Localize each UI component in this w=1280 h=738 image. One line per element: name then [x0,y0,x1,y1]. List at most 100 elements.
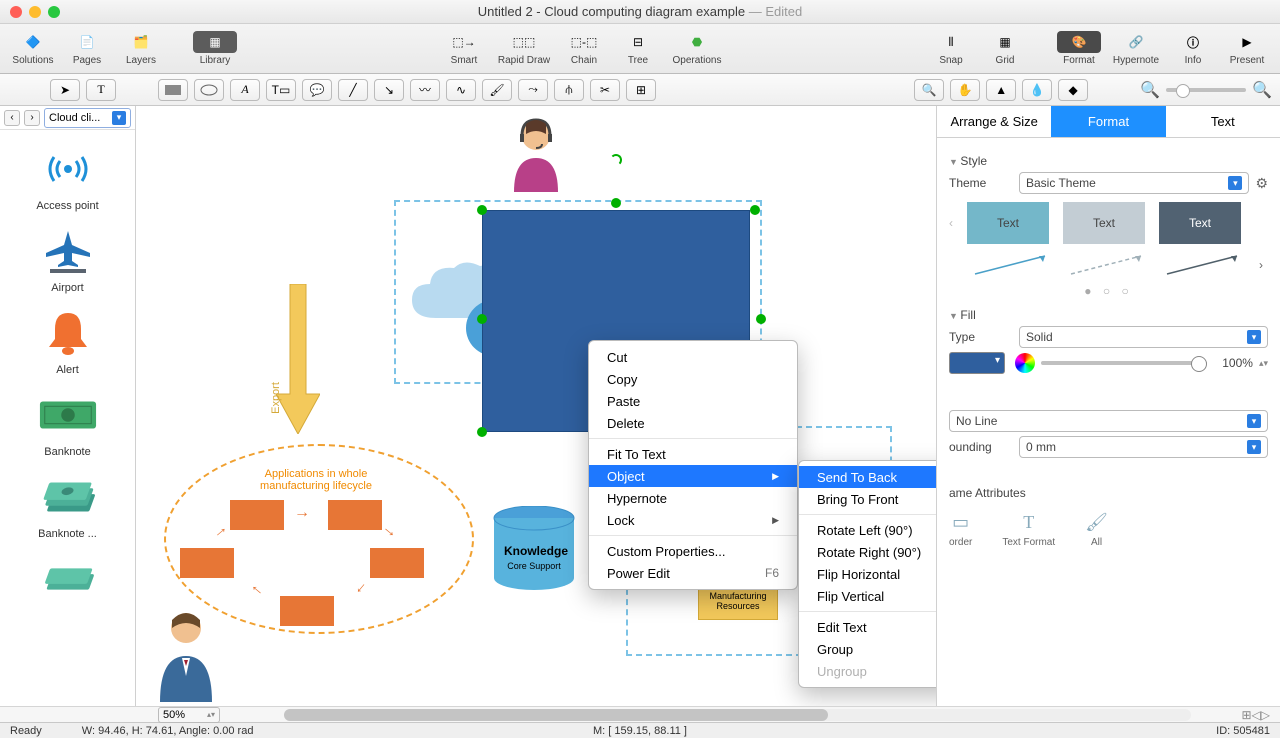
present-button[interactable]: ▶Present [1220,31,1274,66]
theme-select[interactable]: Basic Theme▾ [1019,172,1249,194]
fill-type-select[interactable]: Solid▾ [1019,326,1268,348]
library-forward-button[interactable]: › [24,110,40,126]
attr-all-button[interactable]: 🖌All [1085,512,1108,548]
library-item-airport[interactable]: Airport [0,218,135,300]
eyedropper-tool[interactable]: 💧 [1022,79,1052,101]
menu-custom-properties[interactable]: Custom Properties... [589,540,797,562]
hypernote-button[interactable]: 🔗Hypernote [1106,31,1166,66]
submenu-bring-to-front[interactable]: Bring To Front⌥⌘F [799,488,936,510]
canvas[interactable]: Export Applications in wholemanufacturin… [136,106,936,706]
line-preset-1[interactable] [971,252,1053,278]
gear-icon[interactable]: ⚙ [1255,175,1268,192]
submenu-flip-vertical[interactable]: Flip Vertical⌥⌘J [799,585,936,607]
menu-paste[interactable]: Paste [589,390,797,412]
tab-format[interactable]: Format [1051,106,1165,137]
fill-disclosure[interactable]: Fill [949,308,1268,322]
resize-handle[interactable] [756,314,766,324]
shape-orange-box[interactable] [280,596,334,626]
pages-button[interactable]: 📄Pages [60,31,114,66]
submenu-flip-horizontal[interactable]: Flip Horizontal [799,563,936,585]
fill-color-swatch[interactable] [949,352,1005,374]
line-tool[interactable]: ╱ [338,79,368,101]
zoom-out-icon[interactable]: 🔍 [1140,80,1160,100]
pointer-tool[interactable]: ➤ [50,79,80,101]
insert-tool[interactable]: ⊞ [626,79,656,101]
info-button[interactable]: ⓘInfo [1166,31,1220,66]
solutions-button[interactable]: 🔷Solutions [6,31,60,66]
horizontal-scrollbar[interactable] [284,709,1191,721]
color-wheel-icon[interactable] [1015,353,1035,373]
connector-tool[interactable]: ⤳ [518,79,548,101]
format-button[interactable]: 🎨Format [1052,31,1106,66]
line-style-select[interactable]: No Line▾ [949,410,1268,432]
line-preset-2[interactable] [1067,252,1149,278]
tree-button[interactable]: ⊟Tree [611,31,665,66]
submenu-send-to-back[interactable]: Send To Back⌥⌘B [799,466,936,488]
style-preset-3[interactable]: Text [1159,202,1241,244]
submenu-group[interactable]: Group⌘G [799,638,936,660]
menu-delete[interactable]: Delete [589,412,797,434]
label-tool[interactable]: T▭ [266,79,296,101]
resize-handle[interactable] [477,205,487,215]
snap-button[interactable]: ⫴Snap [924,31,978,66]
submenu-edit-text[interactable]: Edit TextF5 [799,616,936,638]
resize-handle[interactable] [477,427,487,437]
tab-text[interactable]: Text [1166,106,1280,137]
text-shape-tool[interactable]: A [230,79,260,101]
library-item-banknote[interactable]: Banknote [0,382,135,464]
stamp-tool[interactable]: ▲ [986,79,1016,101]
rapid-draw-button[interactable]: ⬚⬚Rapid Draw [491,31,557,66]
zoom-in-icon[interactable]: 🔍 [1252,80,1272,100]
arrow-tool[interactable]: ↘ [374,79,404,101]
menu-power-edit[interactable]: Power EditF6 [589,562,797,584]
library-selector[interactable]: Cloud cli...▾ [44,108,131,128]
grid-button[interactable]: ▦Grid [978,31,1032,66]
menu-cut[interactable]: Cut [589,346,797,368]
operations-button[interactable]: ⬣Operations [665,31,729,66]
attr-order-button[interactable]: ▭order [949,512,972,548]
scissors-tool[interactable]: ✂ [590,79,620,101]
brush-tool[interactable]: 🖌 [482,79,512,101]
page-nav-icon[interactable]: ⊞◁▷ [1241,708,1270,722]
library-item-banknote-stack[interactable]: Banknote ... [0,464,135,546]
pager-dots[interactable]: ● ○ ○ [949,284,1268,298]
resize-handle[interactable] [611,198,621,208]
zoom-slider[interactable] [1166,88,1246,92]
menu-object[interactable]: Object [589,465,797,487]
shape-person-business[interactable] [154,606,218,702]
menu-fit-to-text[interactable]: Fit To Text [589,443,797,465]
style-prev-icon[interactable]: ‹ [949,216,953,230]
layers-button[interactable]: 🗂️Layers [114,31,168,66]
style-preset-2[interactable]: Text [1063,202,1145,244]
bezier-tool[interactable]: ∿ [446,79,476,101]
minimize-window-icon[interactable] [29,6,41,18]
tab-arrange-size[interactable]: Arrange & Size [937,106,1051,137]
opacity-slider[interactable] [1041,361,1207,365]
shape-orange-box[interactable] [180,548,234,578]
library-item-alert[interactable]: Alert [0,300,135,382]
smart-button[interactable]: ⬚→Smart [437,31,491,66]
style-preset-1[interactable]: Text [967,202,1049,244]
text-tool[interactable]: T [86,79,116,101]
style-disclosure[interactable]: Style [949,154,1268,168]
chain-button[interactable]: ⬚-⬚Chain [557,31,611,66]
shape-orange-box[interactable] [328,500,382,530]
shape-export-arrow[interactable] [276,284,320,434]
ellipse-tool[interactable] [194,79,224,101]
rect-tool[interactable] [158,79,188,101]
zoom-percent[interactable]: 50%▴▾ [158,707,220,723]
line-preset-3[interactable] [1163,252,1245,278]
polyline-tool[interactable]: ⫛ [554,79,584,101]
attr-text-format-button[interactable]: TText Format [1002,512,1055,548]
callout-tool[interactable]: 💬 [302,79,332,101]
zoom-tool[interactable]: 🔍 [914,79,944,101]
library-item-access-point[interactable]: Access point [0,136,135,218]
library-button[interactable]: ▦Library [188,31,242,66]
resize-handle[interactable] [750,205,760,215]
curve-tool[interactable]: 〰 [410,79,440,101]
shape-orange-box[interactable] [230,500,284,530]
shape-orange-box[interactable] [370,548,424,578]
style-next-icon[interactable]: › [1259,258,1263,272]
eraser-tool[interactable]: ◆ [1058,79,1088,101]
resize-handle[interactable] [477,314,487,324]
